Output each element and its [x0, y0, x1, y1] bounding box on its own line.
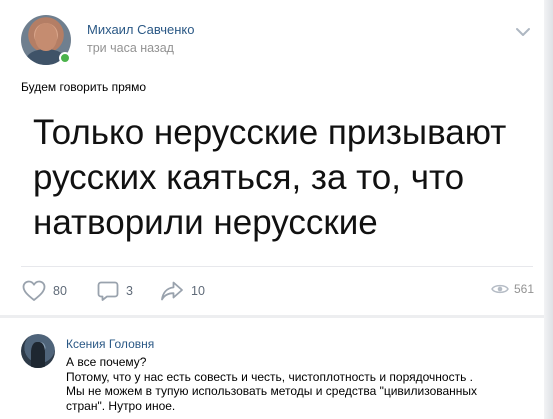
post-big-text: Только нерусские призывают русских каять…: [33, 113, 507, 242]
share-count: 10: [191, 284, 205, 298]
views-counter: 561: [491, 282, 534, 296]
like-count: 80: [53, 284, 67, 298]
comment-text: А все почему? Потому, что у нас есть сов…: [66, 355, 478, 413]
window-edge: [544, 0, 553, 419]
chevron-down-icon[interactable]: [514, 26, 532, 38]
like-button[interactable]: 80: [22, 280, 67, 302]
avatar-head: [35, 23, 57, 51]
comment-count: 3: [126, 284, 133, 298]
comment-author-name[interactable]: Ксения Головня: [66, 337, 154, 351]
views-count: 561: [514, 282, 535, 296]
heart-icon: [22, 280, 46, 301]
post-author-name[interactable]: Михаил Савченко: [87, 22, 194, 37]
online-indicator: [59, 52, 71, 64]
divider: [21, 266, 533, 267]
avatar-figure: [31, 342, 45, 368]
comment-button[interactable]: 3: [97, 280, 133, 302]
comments-separator: [0, 315, 553, 318]
share-button[interactable]: 10: [160, 280, 205, 302]
post-caption: Будем говорить прямо: [21, 80, 147, 94]
post-card: Михаил Савченко три часа назад Будем гов…: [0, 0, 553, 419]
comment-icon: [97, 281, 119, 301]
eye-icon: [491, 284, 509, 294]
share-icon: [161, 281, 183, 301]
post-time[interactable]: три часа назад: [87, 41, 174, 55]
comment-author-avatar[interactable]: [21, 334, 55, 368]
